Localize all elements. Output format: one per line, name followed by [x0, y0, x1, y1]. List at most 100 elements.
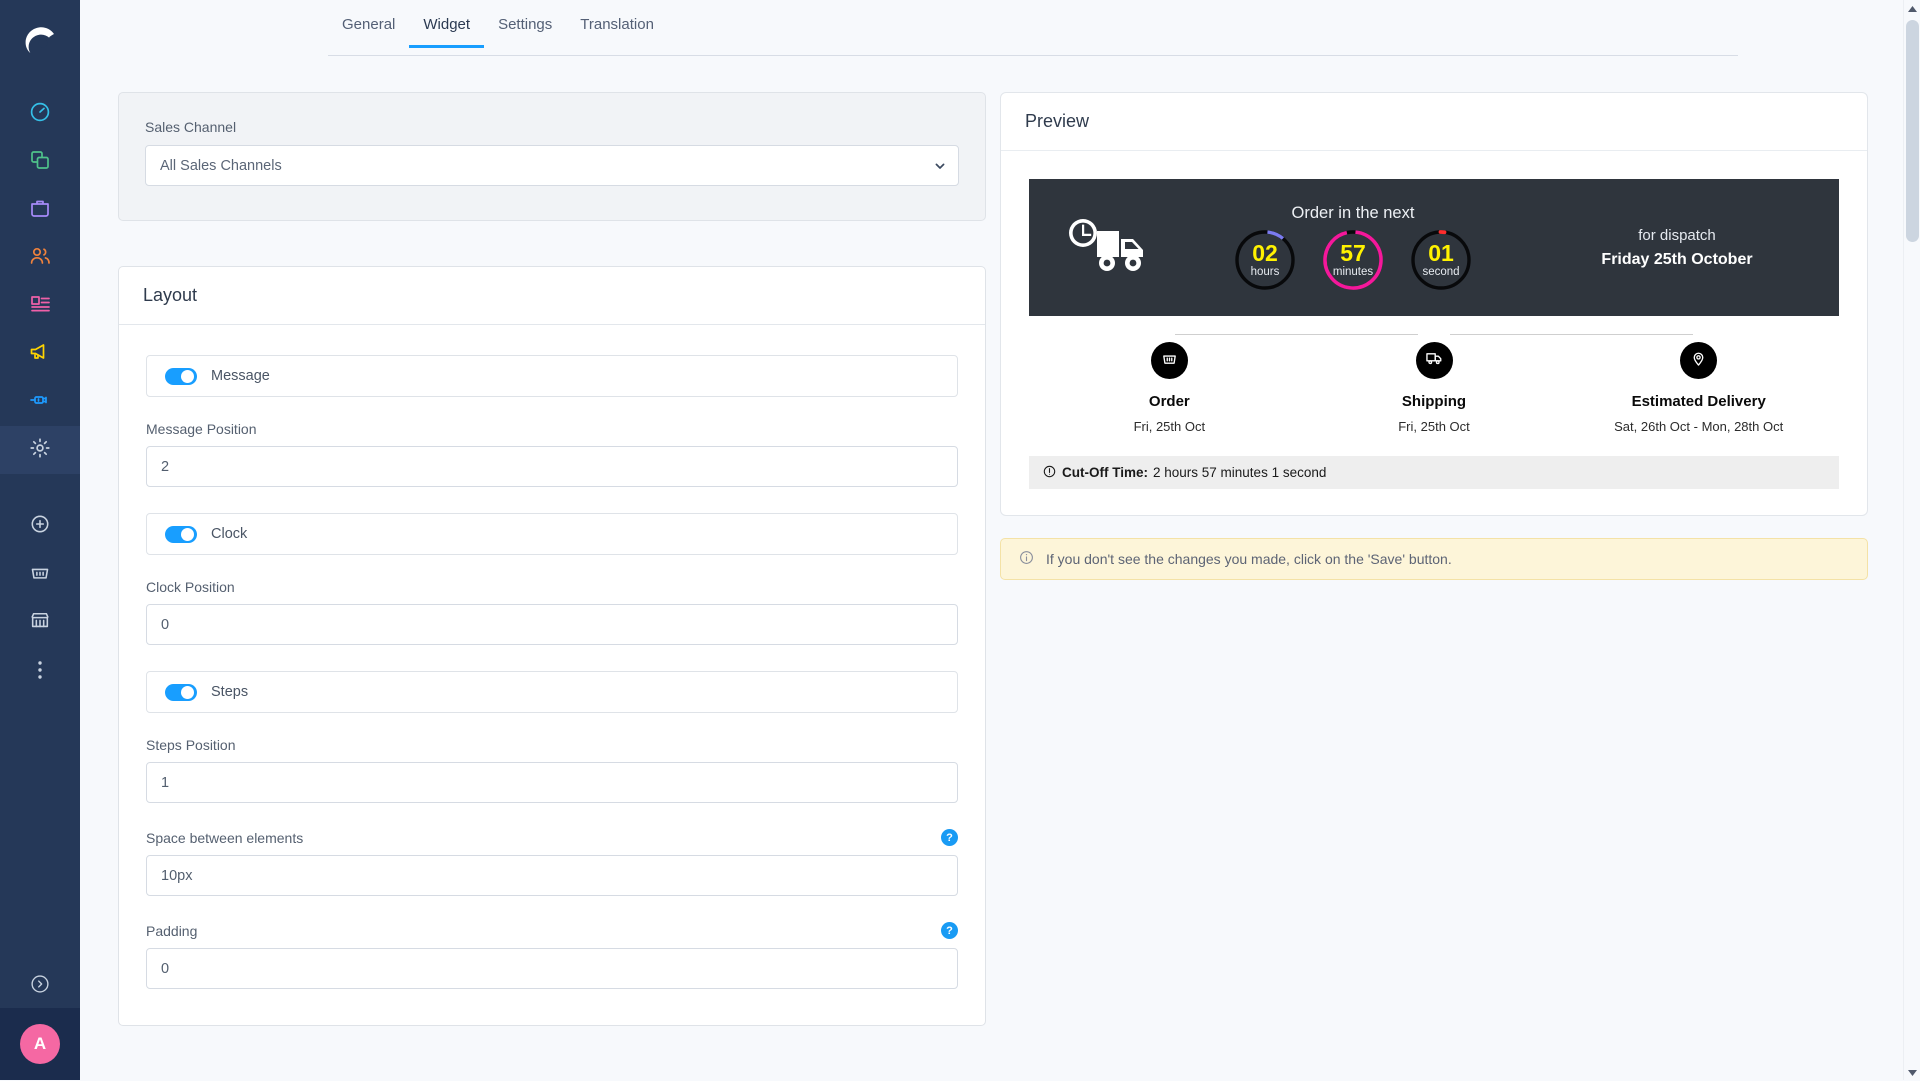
plug-icon [28, 388, 52, 417]
sidebar-item-store[interactable] [0, 598, 80, 646]
chevron-down-icon [934, 160, 946, 172]
steps-toggle-label: Steps [211, 684, 249, 700]
steps-position-label-row: Steps Position [146, 737, 958, 753]
message-toggle[interactable] [165, 367, 197, 385]
step-shipping-name: Shipping [1401, 393, 1467, 410]
copy-squares-icon [28, 148, 52, 177]
sidebar-item-customers[interactable] [0, 234, 80, 282]
sidebar-item-settings[interactable] [0, 426, 80, 474]
step-order: Order Fri, 25th Oct [1037, 342, 1302, 434]
sidebar-item-products[interactable] [0, 138, 80, 186]
preview-column: Preview Order in the next 02 hours 57 mi… [1000, 92, 1868, 580]
help-icon[interactable]: ? [941, 922, 958, 939]
tab-widget[interactable]: Widget [409, 0, 484, 48]
help-icon[interactable]: ? [941, 829, 958, 846]
sales-channel-select[interactable]: All Sales Channels [145, 145, 959, 186]
caret-up-icon [1908, 0, 1917, 18]
countdown-minutes: 57 minutes [1322, 229, 1384, 291]
clock-position-label-row: Clock Position [146, 579, 958, 595]
sidebar-user-area: A [0, 1008, 80, 1080]
message-position-input[interactable] [146, 446, 958, 487]
alert-circle-icon [1043, 465, 1056, 481]
tab-settings[interactable]: Settings [484, 0, 566, 47]
basket-icon [29, 561, 51, 588]
space-between-label: Space between elements [146, 829, 304, 846]
toggle-knob [181, 527, 194, 541]
layout-card: Layout Message Message Position Clock Cl… [118, 266, 986, 1026]
tab-general[interactable]: General [328, 0, 409, 47]
countdown-seconds-value: 01 [1428, 240, 1454, 266]
dispatch-prefix: for dispatch [1638, 226, 1716, 244]
save-notice: If you don't see the changes you made, c… [1000, 538, 1868, 580]
store-icon [29, 609, 51, 636]
scroll-down-button[interactable] [1904, 1063, 1920, 1080]
step-connector-2 [1450, 334, 1694, 335]
tab-translation[interactable]: Translation [566, 0, 668, 47]
sidebar-item-content[interactable] [0, 282, 80, 330]
gear-icon [28, 436, 52, 465]
tab-bar: General Widget Settings Translation [80, 0, 1920, 56]
layout-card-body: Message Message Position Clock Clock Pos… [119, 325, 985, 1025]
megaphone-icon [28, 340, 52, 369]
countdown-hours-unit: hours [1250, 266, 1280, 278]
steps-toggle-row[interactable]: Steps [146, 671, 958, 713]
truck-icon [1425, 349, 1443, 372]
sidebar-item-basket[interactable] [0, 550, 80, 598]
space-between-input[interactable] [146, 855, 958, 896]
truck-clock-icon [1057, 209, 1167, 286]
sidebar-item-marketing[interactable] [0, 330, 80, 378]
sidebar-item-more[interactable] [0, 646, 80, 694]
sidebar-item-dashboard[interactable] [0, 90, 80, 138]
space-between-label-row: Space between elements ? [146, 829, 958, 846]
countdown-minutes-text: 57 minutes [1322, 229, 1384, 291]
clock-toggle[interactable] [165, 525, 197, 543]
step-shipping: Shipping Fri, 25th Oct [1302, 342, 1567, 434]
app-logo[interactable] [17, 18, 63, 64]
clock-toggle-label: Clock [211, 526, 248, 542]
settings-column: Sales Channel All Sales Channels Layout … [118, 92, 986, 1026]
scroll-up-button[interactable] [1904, 0, 1920, 17]
message-position-label-row: Message Position [146, 421, 958, 437]
countdown-hours-value: 02 [1252, 240, 1278, 266]
steps-position-input[interactable] [146, 762, 958, 803]
countdown-seconds-unit: second [1422, 266, 1460, 278]
steps-position-label: Steps Position [146, 737, 236, 753]
cutoff-bar: Cut-Off Time: 2 hours 57 minutes 1 secon… [1029, 456, 1839, 489]
step-order-icon-circle [1150, 342, 1188, 379]
scrollbar-thumb[interactable] [1906, 20, 1919, 242]
sidebar-item-add[interactable] [0, 502, 80, 550]
people-icon [28, 244, 52, 273]
message-position-label: Message Position [146, 421, 257, 437]
padding-label: Padding [146, 922, 198, 939]
article-icon [28, 292, 52, 321]
step-delivery: Estimated Delivery Sat, 26th Oct - Mon, … [1566, 342, 1831, 434]
padding-input[interactable] [146, 948, 958, 989]
step-delivery-icon-circle [1680, 342, 1718, 379]
message-toggle-label: Message [211, 368, 270, 384]
steps-toggle[interactable] [165, 683, 197, 701]
sidebar-collapse-button[interactable] [0, 964, 80, 1008]
layout-card-title: Layout [119, 267, 985, 325]
step-connector-1 [1174, 334, 1418, 335]
step-delivery-name: Estimated Delivery [1631, 393, 1766, 410]
countdown-circles: 02 hours 57 minutes 01 second [1234, 229, 1472, 291]
step-delivery-date: Sat, 26th Oct - Mon, 28th Oct [1614, 419, 1784, 434]
countdown-seconds-text: 01 second [1410, 229, 1472, 291]
sidebar-item-apps[interactable] [0, 378, 80, 426]
dispatch-date: Friday 25th October [1601, 250, 1753, 268]
sales-channel-value: All Sales Channels [160, 157, 282, 174]
clock-toggle-row[interactable]: Clock [146, 513, 958, 555]
avatar[interactable]: A [20, 1024, 60, 1064]
countdown-minutes-value: 57 [1340, 240, 1366, 266]
sidebar: A [0, 0, 80, 1080]
clock-position-input[interactable] [146, 604, 958, 645]
countdown-hours: 02 hours [1234, 229, 1296, 291]
message-toggle-row[interactable]: Message [146, 355, 958, 397]
save-notice-text: If you don't see the changes you made, c… [1046, 551, 1452, 567]
sidebar-item-orders[interactable] [0, 186, 80, 234]
clock-position-label: Clock Position [146, 579, 235, 595]
countdown-center: Order in the next 02 hours 57 minutes 01… [1167, 204, 1539, 291]
countdown-headline: Order in the next [1291, 204, 1415, 222]
countdown-banner: Order in the next 02 hours 57 minutes 01… [1029, 179, 1839, 316]
page-scrollbar[interactable] [1903, 0, 1920, 1080]
